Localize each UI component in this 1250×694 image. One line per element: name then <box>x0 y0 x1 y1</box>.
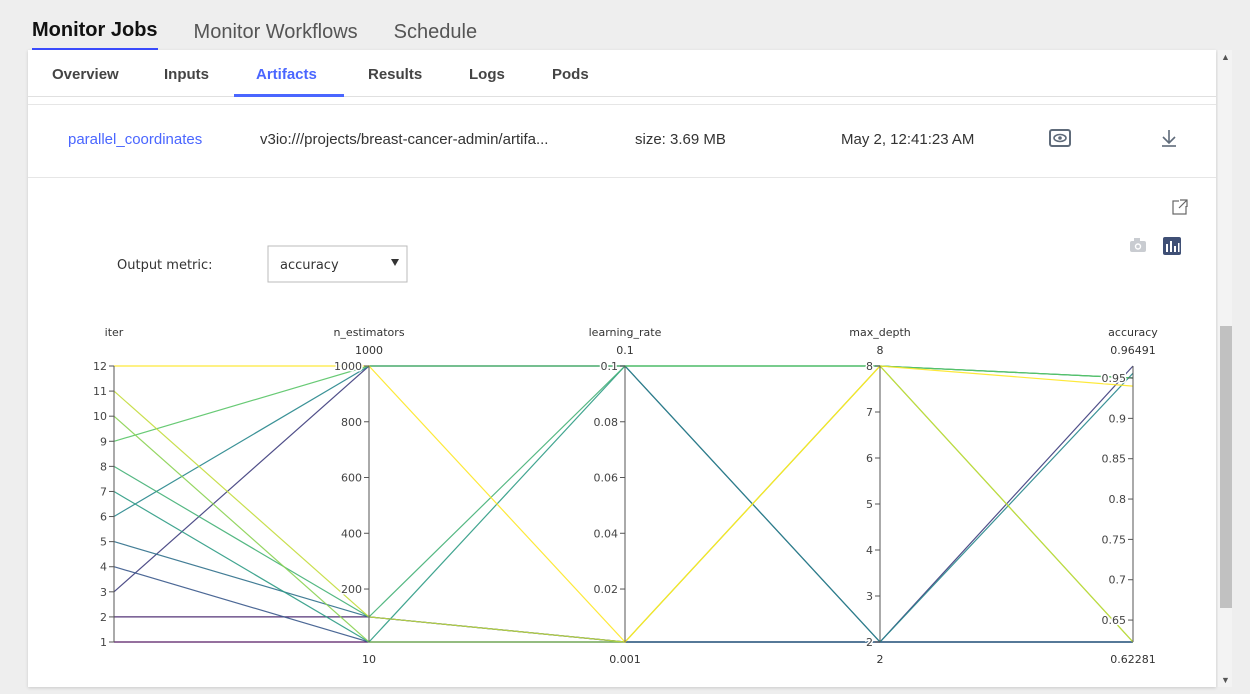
artifact-row: parallel_coordinates v3io:///projects/br… <box>28 104 1216 178</box>
series-line <box>113 365 1134 442</box>
tick-label: 6 <box>866 452 873 465</box>
series-line <box>113 365 1134 643</box>
tick-label: 2 <box>866 636 873 649</box>
tab-logs[interactable]: Logs <box>469 66 505 83</box>
sub-tabs: Overview Inputs Artifacts Results Logs P… <box>28 50 1216 97</box>
tick-label: 0.85 <box>1102 453 1127 466</box>
axis-title: max_depth <box>849 326 911 339</box>
camera-icon[interactable] <box>1130 238 1146 252</box>
scroll-up-icon[interactable]: ▲ <box>1221 52 1230 62</box>
tick-label: 0.06 <box>594 472 619 485</box>
tick-label: 200 <box>341 583 362 596</box>
series-line <box>114 616 1133 643</box>
axis-title: learning_rate <box>589 326 662 339</box>
axis-range-min: 0.001 <box>609 653 641 666</box>
axis-range-max: 0.96491 <box>1110 344 1156 357</box>
tick-label: 9 <box>100 435 107 448</box>
tick-label: 7 <box>100 485 107 498</box>
tick-label: 8 <box>866 360 873 373</box>
tick-label: 0.65 <box>1102 614 1127 627</box>
tick-label: 11 <box>93 385 107 398</box>
tab-results[interactable]: Results <box>368 66 422 83</box>
tick-label: 0.9 <box>1109 412 1127 425</box>
tick-label: 1000 <box>334 360 362 373</box>
tick-label: 600 <box>341 472 362 485</box>
series-line <box>113 365 1134 643</box>
tick-label: 4 <box>100 561 107 574</box>
tick-label: 0.02 <box>594 583 619 596</box>
tick-label: 12 <box>93 360 107 373</box>
tick-label: 2 <box>100 611 107 624</box>
job-details-panel: Overview Inputs Artifacts Results Logs P… <box>28 50 1216 687</box>
series-line <box>113 566 1133 643</box>
output-metric-label: Output metric: <box>117 258 213 273</box>
tick-label: 0.95 <box>1102 372 1127 385</box>
axis-range-min: 2 <box>877 653 884 666</box>
tick-label: 7 <box>866 406 873 419</box>
series-line <box>113 365 1134 643</box>
tab-monitor-workflows[interactable]: Monitor Workflows <box>194 21 358 50</box>
series-line <box>113 365 1134 643</box>
tab-inputs[interactable]: Inputs <box>164 66 209 83</box>
tab-pods[interactable]: Pods <box>552 66 589 83</box>
tick-label: 800 <box>341 416 362 429</box>
tick-label: 0.04 <box>594 527 619 540</box>
tick-label: 4 <box>866 544 873 557</box>
tab-monitor-jobs[interactable]: Monitor Jobs <box>32 19 158 50</box>
axis-range-min: 10 <box>362 653 376 666</box>
tab-schedule[interactable]: Schedule <box>394 21 477 50</box>
axis-title: iter <box>105 326 124 339</box>
artifact-size: size: 3.69 MB <box>635 131 726 148</box>
artifact-path: v3io:///projects/breast-cancer-admin/art… <box>260 131 549 148</box>
artifact-date: May 2, 12:41:23 AM <box>841 131 975 148</box>
axis-range-max: 1000 <box>355 344 383 357</box>
tick-label: 1 <box>100 636 107 649</box>
series-line <box>113 365 1134 618</box>
tick-label: 6 <box>100 511 107 524</box>
series-line <box>113 365 1134 643</box>
tick-label: 0.75 <box>1102 533 1127 546</box>
output-metric-value: accuracy <box>280 258 339 273</box>
active-tab-indicator <box>234 94 344 97</box>
tick-label: 0.1 <box>601 360 619 373</box>
scroll-down-icon[interactable]: ▼ <box>1221 675 1230 685</box>
scrollbar-thumb[interactable] <box>1220 326 1232 608</box>
artifact-name-link[interactable]: parallel_coordinates <box>68 131 202 148</box>
external-link-icon[interactable] <box>1172 198 1189 215</box>
tick-label: 10 <box>93 410 107 423</box>
tick-label: 400 <box>341 527 362 540</box>
series-line <box>114 365 1134 643</box>
tick-label: 3 <box>866 590 873 603</box>
download-icon[interactable] <box>1158 127 1180 149</box>
output-metric-dropdown[interactable]: accuracy <box>267 245 408 283</box>
top-tabs: Monitor Jobs Monitor Workflows Schedule <box>32 0 513 50</box>
tick-label: 0.08 <box>594 416 619 429</box>
vertical-scrollbar[interactable]: ▲ ▼ <box>1218 50 1232 687</box>
axis-range-max: 0.1 <box>616 344 634 357</box>
axis-range-max: 8 <box>877 344 884 357</box>
parallel-coordinates-chart: Output metric: accuracy iter123456789101… <box>92 198 1189 666</box>
axis-title: accuracy <box>1108 326 1158 339</box>
plotly-logo-icon[interactable] <box>1163 237 1181 255</box>
tab-overview[interactable]: Overview <box>52 66 119 83</box>
tick-label: 8 <box>100 460 107 473</box>
tick-label: 3 <box>100 586 107 599</box>
axis-title: n_estimators <box>333 326 404 339</box>
tick-label: 5 <box>866 498 873 511</box>
eye-icon[interactable] <box>1049 129 1071 147</box>
tick-label: 5 <box>100 536 107 549</box>
axis-range-min: 0.62281 <box>1110 653 1156 666</box>
tab-artifacts[interactable]: Artifacts <box>256 66 317 83</box>
tick-label: 0.8 <box>1109 493 1127 506</box>
tick-label: 0.7 <box>1109 574 1127 587</box>
